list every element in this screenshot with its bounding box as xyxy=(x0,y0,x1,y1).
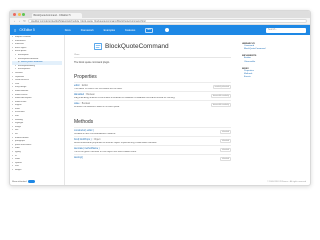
class-title: BlockQuoteCommand xyxy=(105,43,169,50)
member-tag: readonly inherited xyxy=(212,85,231,89)
member-row: destroy() inherited xyxy=(74,154,231,163)
right-section-link[interactable]: BlockQuoteCommand xyxy=(244,48,310,51)
class-kind: Class xyxy=(74,54,231,58)
nav-features[interactable]: Features xyxy=(125,29,135,32)
ckeditor-logo-icon xyxy=(94,42,103,51)
member-type: : Boolean xyxy=(80,103,91,105)
member-signature: decorate( methodName ) xyxy=(74,148,231,150)
nav-examples[interactable]: Examples xyxy=(104,29,115,32)
api-sidebar: ▸ adapter-ckfinder ▸ autoformat ▸ autosave ▸ ba… xyxy=(10,35,65,185)
right-sidebar: Hierarchy Command BlockQuoteCommand Impleme… xyxy=(242,39,310,79)
browser-window: BlockQuoteCommand - CKEditor 5 ‹ › ↻ cke… xyxy=(9,10,311,186)
member-description: Binds observable properties to another o… xyxy=(74,142,157,144)
member-name[interactable]: destroy() xyxy=(74,157,83,159)
member-name[interactable]: isEnabled xyxy=(74,94,84,96)
properties-heading: Properties xyxy=(74,74,97,80)
show-inherited-label: Show inherited xyxy=(12,180,27,183)
right-section-link[interactable]: Observable xyxy=(244,61,310,64)
member-tag: inherited xyxy=(220,130,231,134)
search-input[interactable]: Search... xyxy=(266,27,306,33)
copyright: © 2003-2018 CKSource - All rights reserv… xyxy=(267,181,306,183)
member-name[interactable]: value xyxy=(74,103,80,105)
maximize-window-icon[interactable] xyxy=(22,13,25,16)
back-icon[interactable]: ‹ xyxy=(13,19,16,23)
member-name[interactable]: decorate( methodName ) xyxy=(74,148,100,150)
top-nav: Docs Framework Examples Features API xyxy=(65,27,170,33)
member-row: constructor( editor ) Creates a new Comma… xyxy=(74,127,231,136)
browser-titlebar: BlockQuoteCommand - CKEditor 5 xyxy=(10,11,310,18)
member-description: Turns the given methods of this object i… xyxy=(74,151,137,153)
member-signature: isEnabled: Boolean xyxy=(74,94,231,96)
member-tag: inherited xyxy=(220,148,231,152)
member-row: value: Boolean Whether the selection star… xyxy=(74,100,231,109)
main-content: BlockQuoteCommand Class The block quote … xyxy=(70,35,235,185)
browser-tab[interactable]: BlockQuoteCommand - CKEditor 5 xyxy=(31,13,82,18)
member-type: : Object xyxy=(92,139,101,141)
member-name[interactable]: bind( bindProps ) xyxy=(74,139,92,141)
member-tag: observable readonly xyxy=(210,103,231,107)
member-signature: value: Boolean xyxy=(74,103,231,105)
member-tag: observable readonly xyxy=(210,94,231,98)
close-window-icon[interactable] xyxy=(13,13,16,16)
address-text: ckeditor.com/docs/ckeditor5/latest/api/m… xyxy=(31,19,146,23)
class-description: The block quote command plugin. xyxy=(74,61,110,64)
sidebar-item[interactable]: ▸ widget xyxy=(12,169,62,173)
methods-heading: Methods xyxy=(74,119,94,125)
member-signature: bind( bindProps ): Object xyxy=(74,139,231,141)
reload-icon[interactable]: ↻ xyxy=(23,19,26,23)
member-type: : Boolean xyxy=(85,94,95,96)
member-signature: destroy() xyxy=(74,157,231,159)
github-icon[interactable] xyxy=(165,28,170,32)
methods-list: constructor( editor ) Creates a new Comma… xyxy=(74,127,231,163)
member-row: editor: Editor The editor on which this c… xyxy=(74,82,231,91)
member-tag: inherited xyxy=(220,157,231,161)
site-header: ≡ CKEditor 5 Docs Framework Examples Fea… xyxy=(10,25,310,35)
sidebar-item-label: widget xyxy=(15,168,22,171)
nav-docs[interactable]: Docs xyxy=(65,29,71,32)
member-type: : Editor xyxy=(80,85,89,87)
search-placeholder: Search... xyxy=(268,29,278,31)
member-description: The editor on which this command will be… xyxy=(74,88,123,90)
minimize-window-icon[interactable] xyxy=(17,13,21,16)
member-name[interactable]: constructor( editor ) xyxy=(74,130,94,132)
member-row: isEnabled: Boolean Flag indicating whethe… xyxy=(74,91,231,100)
member-name[interactable]: editor xyxy=(74,85,80,87)
sidebar-footer: Show inherited xyxy=(12,180,62,183)
forward-icon[interactable]: › xyxy=(18,19,21,23)
nav-api[interactable]: API xyxy=(145,27,154,33)
menu-icon[interactable]: ≡ xyxy=(14,28,16,33)
browser-toolbar: ‹ › ↻ ckeditor.com/docs/ckeditor5/latest… xyxy=(10,18,310,25)
member-description: Whether the selection starts in a block … xyxy=(74,106,120,108)
member-description: Creates a new CommandEditor instance. xyxy=(74,133,116,135)
address-bar[interactable]: ckeditor.com/docs/ckeditor5/latest/api/m… xyxy=(28,18,307,24)
member-row: bind( bindProps ): Object Binds observabl… xyxy=(74,136,231,145)
member-signature: constructor( editor ) xyxy=(74,130,231,132)
properties-list: editor: Editor The editor on which this c… xyxy=(74,82,231,109)
site-title[interactable]: CKEditor 5 xyxy=(19,28,34,32)
class-header: BlockQuoteCommand xyxy=(94,42,231,51)
member-tag: inherited xyxy=(220,139,231,143)
nav-framework[interactable]: Framework xyxy=(81,29,94,32)
browser-tab-title: BlockQuoteCommand - CKEditor 5 xyxy=(33,14,71,17)
member-description: Flag indicating whether a command is ena… xyxy=(74,97,176,99)
show-inherited-toggle[interactable] xyxy=(28,180,36,183)
member-signature: editor: Editor xyxy=(74,85,231,87)
right-section-link[interactable]: Events xyxy=(244,76,310,79)
member-row: decorate( methodName ) Turns the given me… xyxy=(74,145,231,154)
